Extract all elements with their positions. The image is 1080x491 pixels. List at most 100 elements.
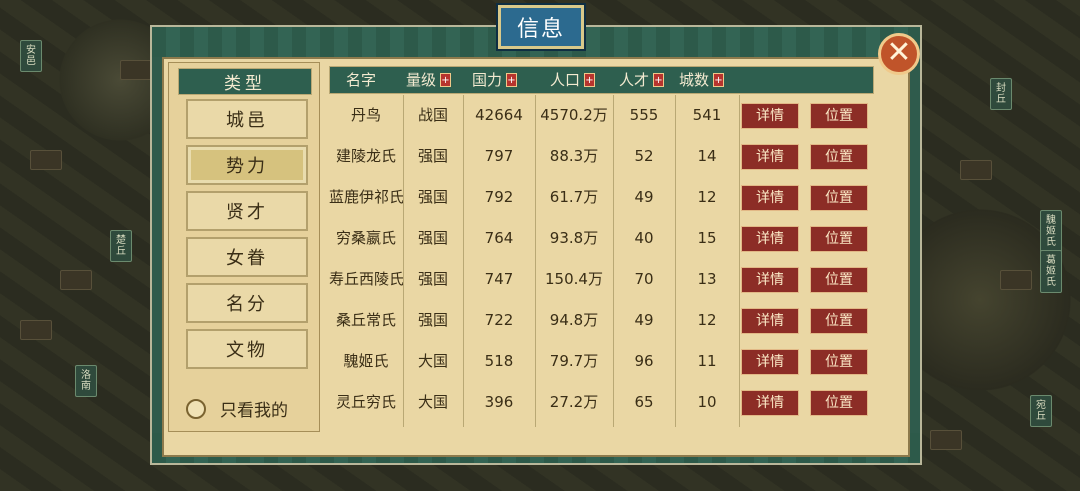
map-place-label[interactable]: 楚丘: [110, 230, 132, 262]
table-row: 桑丘常氏 强国 722 94.8万 49 12 详情 位置: [329, 300, 874, 341]
detail-button[interactable]: 详情: [741, 308, 799, 334]
panel-title: 信息: [498, 5, 584, 49]
map-place-label[interactable]: 宛丘: [1030, 395, 1052, 427]
cell-name: 騩姬氏: [343, 352, 389, 370]
cell-population: 79.7万: [549, 352, 599, 370]
sort-plus-icon[interactable]: +: [440, 73, 451, 87]
cell-talent: 52: [634, 147, 654, 165]
map-town-icon: [30, 150, 62, 170]
cell-population: 27.2万: [549, 393, 599, 411]
table-row: 建陵龙氏 强国 797 88.3万 52 14 详情 位置: [329, 136, 874, 177]
only-mine-toggle[interactable]: 只看我的: [186, 396, 288, 421]
cell-talent: 96: [634, 352, 654, 370]
cell-cities: 14: [697, 147, 717, 165]
detail-button[interactable]: 详情: [741, 103, 799, 129]
column-divider: [463, 95, 464, 427]
cell-cities: 13: [697, 270, 717, 288]
cell-talent: 65: [634, 393, 654, 411]
location-button[interactable]: 位置: [810, 390, 868, 416]
cell-talent: 49: [634, 188, 654, 206]
column-header-2[interactable]: 国力: [472, 67, 502, 93]
map-town-icon: [20, 320, 52, 340]
map-place-label[interactable]: 封丘: [990, 78, 1012, 110]
close-icon[interactable]: ✕: [878, 33, 920, 75]
location-button[interactable]: 位置: [810, 144, 868, 170]
category-item-1[interactable]: 势力: [186, 145, 308, 185]
detail-button[interactable]: 详情: [741, 267, 799, 293]
map-place-label[interactable]: 葛姬氏: [1040, 250, 1062, 293]
detail-button[interactable]: 详情: [741, 226, 799, 252]
category-item-2[interactable]: 贤才: [186, 191, 308, 231]
table-row: 丹鸟 战国 42664 4570.2万 555 541 详情 位置: [329, 95, 874, 136]
table-row: 寿丘西陵氏 强国 747 150.4万 70 13 详情 位置: [329, 259, 874, 300]
column-divider: [403, 95, 404, 427]
detail-button[interactable]: 详情: [741, 185, 799, 211]
cell-name: 灵丘穷氏: [335, 393, 396, 411]
cell-name: 寿丘西陵氏: [329, 270, 403, 288]
cell-power: 722: [484, 311, 514, 329]
cell-population: 150.4万: [545, 270, 603, 288]
location-button[interactable]: 位置: [810, 226, 868, 252]
cell-level: 战国: [417, 106, 448, 124]
location-button[interactable]: 位置: [810, 185, 868, 211]
column-header-0: 名字: [346, 71, 377, 89]
sort-plus-icon[interactable]: +: [506, 73, 517, 87]
cell-name: 穷桑嬴氏: [335, 229, 396, 247]
column-header-4[interactable]: 人才: [619, 67, 649, 93]
cell-power: 747: [484, 270, 514, 288]
column-header-1[interactable]: 量级: [406, 67, 436, 93]
map-place-label[interactable]: 洛南: [75, 365, 97, 397]
map-town-icon: [120, 60, 152, 80]
location-button[interactable]: 位置: [810, 308, 868, 334]
only-mine-label: 只看我的: [220, 401, 288, 421]
cell-cities: 15: [697, 229, 717, 247]
location-button[interactable]: 位置: [810, 267, 868, 293]
table-row: 蓝鹿伊祁氏 强国 792 61.7万 49 12 详情 位置: [329, 177, 874, 218]
cell-cities: 10: [697, 393, 717, 411]
cell-population: 61.7万: [549, 188, 599, 206]
cell-level: 强国: [417, 147, 448, 165]
detail-button[interactable]: 详情: [741, 349, 799, 375]
radio-icon[interactable]: [186, 398, 206, 419]
category-header: 类型: [178, 68, 312, 95]
detail-button[interactable]: 详情: [741, 390, 799, 416]
cell-level: 大国: [417, 352, 448, 370]
column-divider: [739, 95, 740, 427]
sort-plus-icon[interactable]: +: [713, 73, 724, 87]
category-item-4[interactable]: 名分: [186, 283, 308, 323]
cell-cities: 11: [697, 352, 717, 370]
table-header: 名字 量级 + 国力 + 人口 + 人才 + 城数 +: [329, 66, 874, 94]
column-header-5[interactable]: 城数: [679, 67, 709, 93]
location-button[interactable]: 位置: [810, 103, 868, 129]
map-town-icon: [930, 430, 962, 450]
cell-talent: 40: [634, 229, 654, 247]
category-item-0[interactable]: 城邑: [186, 99, 308, 139]
sort-plus-icon[interactable]: +: [584, 73, 595, 87]
column-header-3[interactable]: 人口: [550, 67, 580, 93]
cell-talent: 555: [629, 106, 659, 124]
cell-power: 42664: [475, 106, 523, 124]
cell-population: 94.8万: [549, 311, 599, 329]
cell-level: 强国: [417, 311, 448, 329]
cell-power: 396: [484, 393, 514, 411]
cell-population: 4570.2万: [540, 106, 608, 124]
cell-name: 桑丘常氏: [335, 311, 396, 329]
cell-population: 88.3万: [549, 147, 599, 165]
category-item-5[interactable]: 文物: [186, 329, 308, 369]
table-row: 灵丘穷氏 大国 396 27.2万 65 10 详情 位置: [329, 382, 874, 423]
cell-name: 建陵龙氏: [335, 147, 396, 165]
column-divider: [535, 95, 536, 427]
map-town-icon: [1000, 270, 1032, 290]
column-divider: [613, 95, 614, 427]
map-place-label[interactable]: 騩姬氏: [1040, 210, 1062, 253]
cell-level: 强国: [417, 229, 448, 247]
category-item-3[interactable]: 女眷: [186, 237, 308, 277]
sort-plus-icon[interactable]: +: [653, 73, 664, 87]
cell-level: 大国: [417, 393, 448, 411]
location-button[interactable]: 位置: [810, 349, 868, 375]
column-divider: [675, 95, 676, 427]
category-sidebar: 类型 城邑势力贤才女眷名分文物: [168, 62, 320, 432]
map-place-label[interactable]: 安邑: [20, 40, 42, 72]
detail-button[interactable]: 详情: [741, 144, 799, 170]
cell-cities: 12: [697, 188, 717, 206]
